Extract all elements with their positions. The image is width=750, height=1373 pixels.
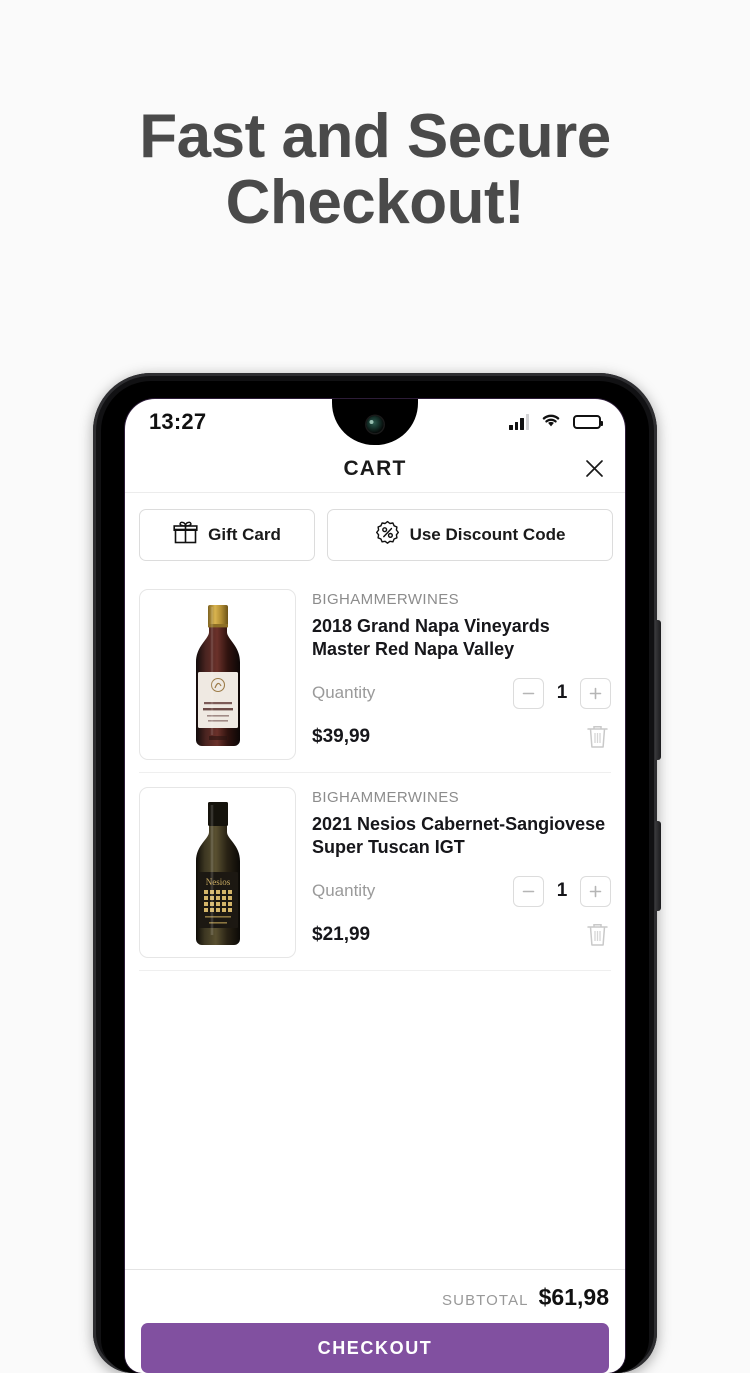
- subtotal-row: SUBTOTAL $61,98: [141, 1284, 609, 1311]
- remove-item-button[interactable]: [585, 723, 611, 751]
- battery-icon: [573, 415, 603, 429]
- product-thumbnail[interactable]: Nesios: [139, 787, 296, 958]
- product-info: BIGHAMMERWINES 2021 Nesios Cabernet-Sang…: [312, 787, 611, 958]
- product-brand: BIGHAMMERWINES: [312, 789, 460, 806]
- close-icon: [585, 460, 603, 477]
- plus-icon: [589, 687, 602, 700]
- quantity-value: 1: [556, 880, 568, 902]
- minus-icon: [522, 890, 535, 893]
- volume-button[interactable]: [655, 620, 661, 760]
- status-icons: [509, 412, 603, 433]
- decrement-quantity-button[interactable]: [513, 677, 544, 709]
- discount-code-label: Use Discount Code: [409, 525, 566, 544]
- quantity-row: Quantity 1: [312, 875, 611, 907]
- power-button[interactable]: [655, 821, 661, 911]
- close-button[interactable]: [579, 454, 609, 484]
- promo-button-row: Gift Card Use Discount Code: [125, 493, 625, 575]
- quantity-label: Quantity: [312, 881, 376, 901]
- phone-screen: 13:27 CART Gift Card Use Discount Code B…: [125, 399, 625, 1373]
- increment-quantity-button[interactable]: [580, 875, 611, 907]
- product-name: 2018 Grand Napa Vineyards Master Red Nap…: [312, 616, 550, 660]
- svg-text:Nesios: Nesios: [205, 877, 230, 887]
- product-price: $39,99: [312, 725, 371, 747]
- price-row: $21,99: [312, 921, 611, 949]
- gift-card-button[interactable]: Gift Card: [139, 509, 315, 561]
- increment-quantity-button[interactable]: [580, 677, 611, 709]
- phone-device-frame: 13:27 CART Gift Card Use Discount Code B…: [93, 373, 661, 1373]
- wine-bottle-image: Nesios: [195, 801, 240, 945]
- price-row: $39,99: [312, 723, 611, 751]
- quantity-value: 1: [556, 682, 568, 704]
- cellular-signal-icon: [509, 414, 529, 430]
- wifi-icon: [540, 412, 562, 433]
- trash-icon: [587, 923, 608, 946]
- checkout-button[interactable]: CHECKOUT: [141, 1323, 609, 1373]
- cart-item: BIGHAMMERWINES 2018 Grand Napa Vineyards…: [139, 575, 611, 773]
- cart-header: CART: [125, 445, 625, 493]
- status-bar: 13:27: [125, 399, 625, 445]
- page-headline: Fast and Secure Checkout!: [0, 102, 750, 238]
- percent-badge-icon: [375, 520, 400, 550]
- subtotal-label: SUBTOTAL: [442, 1292, 529, 1309]
- product-brand: BIGHAMMERWINES: [312, 591, 460, 608]
- product-info: BIGHAMMERWINES 2018 Grand Napa Vineyards…: [312, 589, 611, 760]
- use-discount-code-button[interactable]: Use Discount Code: [327, 509, 613, 561]
- gift-card-label: Gift Card: [208, 525, 281, 544]
- remove-item-button[interactable]: [585, 921, 611, 949]
- cart-item-list: BIGHAMMERWINES 2018 Grand Napa Vineyards…: [125, 575, 625, 971]
- cart-item: Nesios BIGHAMMERWINES 2021 Nesios Cabern…: [139, 773, 611, 971]
- cart-footer: SUBTOTAL $61,98 CHECKOUT: [125, 1269, 625, 1373]
- status-time: 13:27: [149, 409, 207, 434]
- quantity-stepper: 1: [513, 677, 611, 709]
- product-name: 2021 Nesios Cabernet-Sangiovese Super Tu…: [312, 814, 606, 858]
- minus-icon: [522, 692, 535, 695]
- headline-line-2: Checkout!: [225, 168, 525, 238]
- product-price: $21,99: [312, 923, 371, 945]
- gift-icon: [173, 520, 198, 550]
- subtotal-value: $61,98: [538, 1284, 609, 1310]
- quantity-label: Quantity: [312, 683, 376, 703]
- wine-bottle-image: [195, 604, 240, 746]
- headline-line-1: Fast and Secure: [139, 102, 611, 171]
- product-thumbnail[interactable]: [139, 589, 296, 760]
- quantity-row: Quantity 1: [312, 677, 611, 709]
- plus-icon: [589, 885, 602, 898]
- page-title: CART: [343, 456, 407, 480]
- quantity-stepper: 1: [513, 875, 611, 907]
- trash-icon: [587, 725, 608, 748]
- decrement-quantity-button[interactable]: [513, 875, 544, 907]
